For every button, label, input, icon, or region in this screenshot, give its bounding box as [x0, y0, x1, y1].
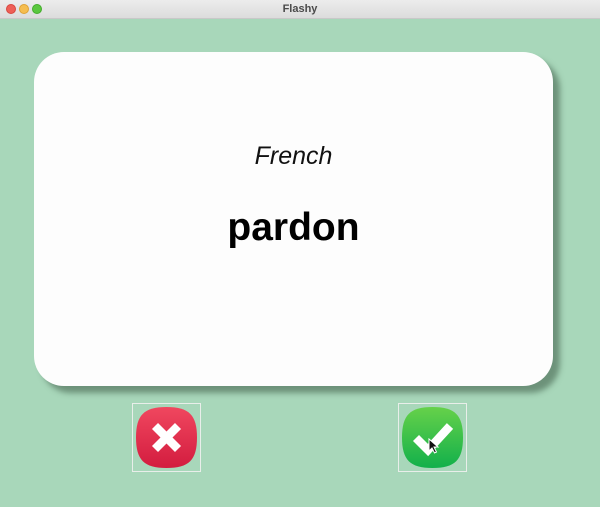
flash-card: French pardon: [34, 52, 553, 386]
main-content: French pardon: [0, 19, 600, 507]
wrong-answer-button[interactable]: [132, 403, 201, 472]
card-word: pardon: [227, 206, 360, 249]
title-bar: Flashy: [0, 0, 600, 19]
app-window: Flashy French pardon: [0, 0, 600, 507]
window-title: Flashy: [282, 3, 318, 15]
mouse-pointer-icon: [428, 437, 440, 459]
card-language-label: French: [254, 142, 333, 170]
x-mark-icon: [134, 405, 199, 470]
